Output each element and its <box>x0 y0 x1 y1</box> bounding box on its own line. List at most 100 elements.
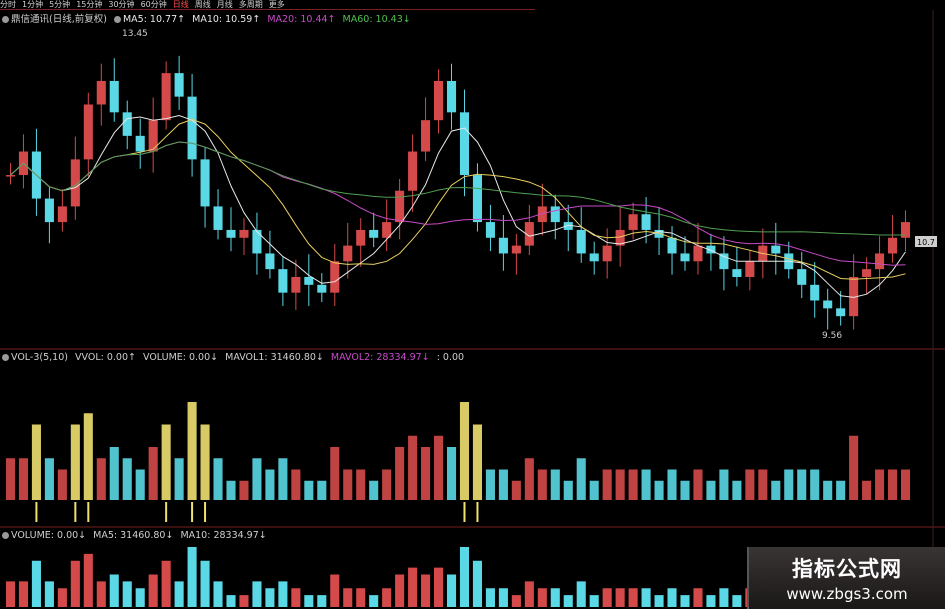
vol3-bar <box>485 469 495 500</box>
candle-body <box>408 151 418 191</box>
candle-body <box>161 73 171 121</box>
volume-bar <box>693 588 703 607</box>
vol3-neg-bar <box>165 502 168 522</box>
vol3-bar <box>18 458 28 500</box>
vol3-bar <box>810 469 820 500</box>
candle-body <box>109 80 119 113</box>
volume-bar <box>706 595 716 607</box>
vol3-bar <box>122 458 132 500</box>
vol3-bar <box>875 469 885 500</box>
candle-body <box>239 229 249 238</box>
candle-body <box>304 276 314 285</box>
vol3-bar <box>693 469 703 500</box>
vol3-bar <box>408 435 418 500</box>
volume-bar <box>96 581 106 607</box>
vol3-bar <box>888 469 898 500</box>
vol3-bar <box>849 435 859 500</box>
candle-body <box>446 80 457 113</box>
vol3-neg-bar <box>463 502 466 522</box>
vol3-bar <box>784 469 794 500</box>
candle-body <box>122 112 132 136</box>
vol3-bar <box>615 469 625 500</box>
vol3-bar <box>96 458 106 500</box>
volume-bar <box>122 581 132 607</box>
candle-body <box>459 112 470 176</box>
vol3-bar <box>654 480 664 500</box>
volume-bar <box>369 595 379 607</box>
candle-body <box>330 261 340 293</box>
candle-body <box>511 245 521 254</box>
candle-body <box>96 80 106 105</box>
candle-body <box>771 245 781 254</box>
volume-bar <box>265 588 275 607</box>
candle-body <box>57 206 67 223</box>
candle-body <box>369 229 379 238</box>
volume-bar <box>615 588 625 607</box>
vol3-bar <box>576 458 586 500</box>
vol3-bar <box>628 469 638 500</box>
candle-body <box>291 276 301 293</box>
vol3-bar <box>771 480 781 500</box>
ma5-line <box>10 114 906 298</box>
vol3-bar <box>213 458 223 500</box>
volume-bar <box>226 595 236 607</box>
vol3-bar <box>356 469 366 500</box>
volume-bar <box>602 588 612 607</box>
candle-body <box>745 261 755 277</box>
volume-bar <box>83 553 93 607</box>
vol3-bar <box>70 424 80 500</box>
volume-bar <box>680 595 690 607</box>
volume-bar <box>213 581 223 607</box>
volume-bar <box>550 588 560 607</box>
candle-body <box>810 284 820 301</box>
volume-bar <box>200 560 210 607</box>
watermark-title: 指标公式网 <box>792 557 902 581</box>
volume-bar <box>343 588 353 607</box>
vol3-bar <box>200 424 210 500</box>
site-watermark: 指标公式网 www.zbgs3.com <box>747 547 945 609</box>
candle-body <box>226 229 236 238</box>
vol3-neg-bar <box>476 502 479 522</box>
volume-bar <box>446 574 457 607</box>
candle-body <box>888 237 898 254</box>
volume-bar <box>485 588 495 607</box>
candle-body <box>576 229 586 254</box>
vol3-bar <box>239 480 249 500</box>
candle-body <box>732 269 742 277</box>
volume-bar <box>472 560 482 607</box>
vol3-bar <box>758 469 768 500</box>
candle-body <box>667 237 677 254</box>
volume-bar <box>628 588 638 607</box>
volume-bar <box>278 581 288 607</box>
vol3-bar <box>641 469 651 500</box>
ma20-line <box>10 141 906 266</box>
candle-body <box>472 175 482 223</box>
volume-bar <box>5 581 16 607</box>
volume-bar <box>44 581 54 607</box>
vol3-bar <box>31 424 41 500</box>
panel-dividers <box>0 10 945 609</box>
volume-bar <box>70 560 80 607</box>
vol3-bar <box>83 413 93 500</box>
vol3-bar <box>343 469 353 500</box>
candle-body <box>485 222 495 238</box>
volume-bar <box>187 547 197 607</box>
candle-body <box>836 308 846 317</box>
vol3-bar <box>862 480 872 500</box>
candle-body <box>550 206 560 223</box>
candle-body <box>862 269 872 277</box>
candle-body <box>83 104 93 160</box>
vol3-bar <box>265 469 275 500</box>
candle-body <box>200 159 210 207</box>
volume-bar <box>174 581 184 607</box>
volume-bar <box>18 581 28 607</box>
volume-bar <box>57 588 67 607</box>
candle-body <box>174 73 184 97</box>
candle-body <box>135 135 145 152</box>
candle-body <box>719 253 729 270</box>
volume-bar <box>563 595 573 607</box>
vol3-bar <box>135 469 145 500</box>
vol3-bar <box>148 447 158 500</box>
candle-body <box>265 253 275 270</box>
volume-bar <box>667 588 677 607</box>
